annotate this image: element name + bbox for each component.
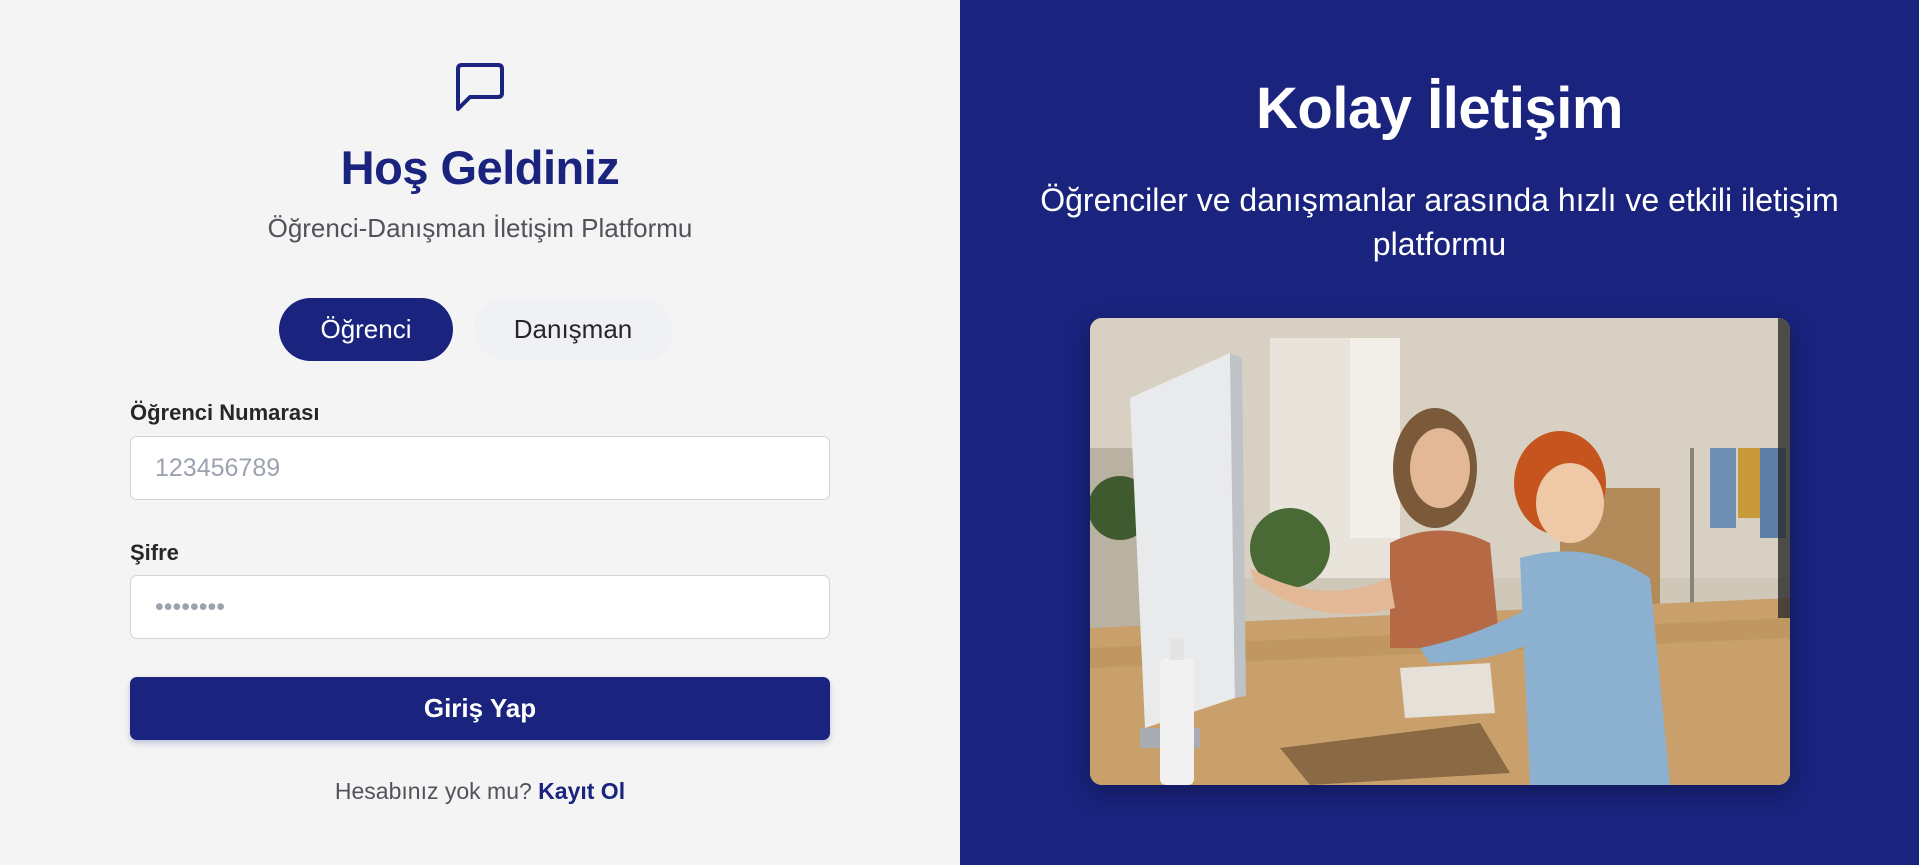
password-label: Şifre [130, 540, 179, 565]
login-button[interactable]: Giriş Yap [130, 677, 830, 740]
login-panel: Hoş Geldiniz Öğrenci-Danışman İletişim P… [0, 0, 960, 865]
role-toggle: Öğrenci Danışman [279, 298, 673, 361]
hero-photo-illustration [1090, 318, 1790, 785]
signup-link[interactable]: Kayıt Ol [538, 778, 625, 804]
page: Hoş Geldiniz Öğrenci-Danışman İletişim P… [0, 0, 1919, 865]
student-number-label: Öğrenci Numarası [130, 400, 320, 425]
hero-subtitle: Öğrenciler ve danışmanlar arasında hızlı… [1040, 182, 1839, 262]
signup-row: Hesabınız yok mu? Kayıt Ol [0, 778, 960, 805]
chat-bubble-icon [456, 63, 504, 111]
role-advisor-button[interactable]: Danışman [473, 298, 673, 361]
hero-image [1090, 318, 1790, 785]
page-title: Hoş Geldiniz [340, 141, 620, 194]
hero-panel: Kolay İletişim Öğrenciler ve danışmanlar… [960, 0, 1919, 865]
page-subtitle: Öğrenci-Danışman İletişim Platformu [267, 213, 693, 243]
hero-title: Kolay İletişim [1256, 76, 1623, 141]
role-student-button[interactable]: Öğrenci [279, 298, 453, 361]
signup-prompt: Hesabınız yok mu? [334, 778, 532, 804]
student-number-input[interactable] [130, 436, 830, 500]
password-input[interactable] [130, 575, 830, 639]
